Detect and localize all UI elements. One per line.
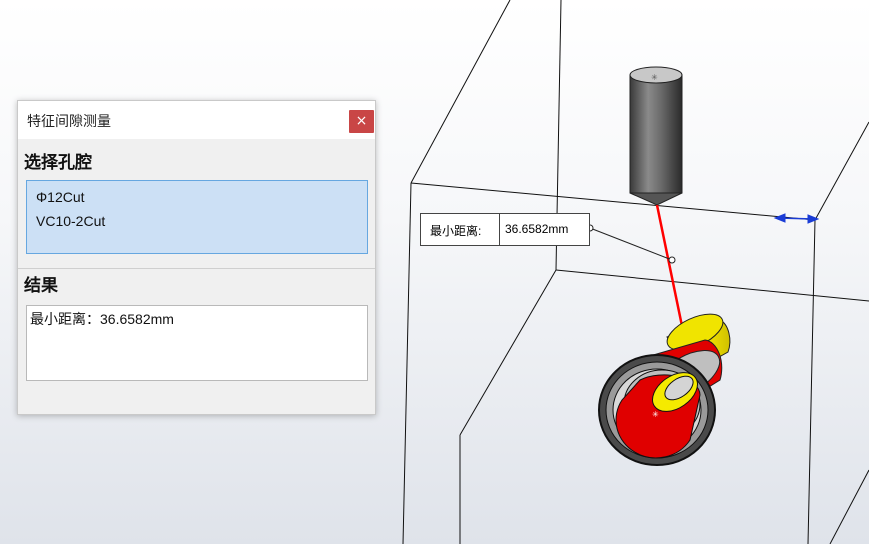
divider (18, 268, 375, 269)
callout-value: 36.6582mm (505, 222, 569, 236)
cylinder-tool[interactable]: ✳ (629, 66, 683, 206)
list-item[interactable]: VC10-2Cut (36, 213, 105, 229)
dialog-title: 特征间隙测量 (27, 114, 111, 130)
result-text: 最小距离：36.6582mm (30, 311, 174, 327)
selected-features-list[interactable]: Φ12Cut VC10-2Cut (26, 180, 368, 254)
hole-feature[interactable]: ✳ (598, 307, 731, 466)
result-section-title: 结果 (24, 276, 58, 296)
callout-divider (499, 214, 500, 245)
distance-callout: 最小距离: 36.6582mm (420, 213, 590, 246)
result-textbox[interactable]: 最小距离：36.6582mm (26, 305, 368, 381)
callout-label: 最小距离: (430, 224, 482, 238)
svg-text:✳: ✳ (651, 73, 658, 82)
list-item[interactable]: Φ12Cut (36, 189, 85, 205)
select-section-title: 选择孔腔 (24, 153, 92, 173)
dimension-arrow (773, 213, 820, 224)
close-button[interactable]: × (349, 110, 374, 133)
svg-text:✳: ✳ (652, 410, 659, 419)
clearance-measure-dialog: 特征间隙测量 × 选择孔腔 Φ12Cut VC10-2Cut 结果 最小距离：3… (17, 100, 376, 415)
measurement-line (655, 204, 684, 327)
close-icon: × (355, 113, 368, 129)
dialog-titlebar[interactable]: 特征间隙测量 × (18, 101, 375, 139)
